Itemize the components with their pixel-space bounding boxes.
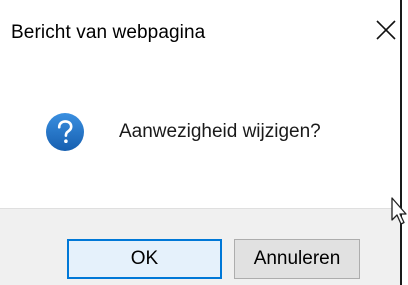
mouse-cursor-icon xyxy=(390,196,408,230)
dialog-titlebar: Bericht van webpagina xyxy=(0,0,400,72)
close-icon xyxy=(374,18,398,42)
dialog-message-area: Aanwezigheid wijzigen? xyxy=(0,72,400,208)
close-button[interactable] xyxy=(374,18,398,42)
message-dialog: Bericht van webpagina Aanwezigheid wijzi… xyxy=(0,0,402,285)
question-icon xyxy=(45,112,85,152)
dialog-button-bar: OK Annuleren xyxy=(0,208,400,285)
dialog-message: Aanwezigheid wijzigen? xyxy=(119,121,321,142)
dialog-title: Bericht van webpagina xyxy=(11,22,206,43)
ok-button[interactable]: OK xyxy=(67,239,222,279)
cancel-button[interactable]: Annuleren xyxy=(234,239,360,279)
